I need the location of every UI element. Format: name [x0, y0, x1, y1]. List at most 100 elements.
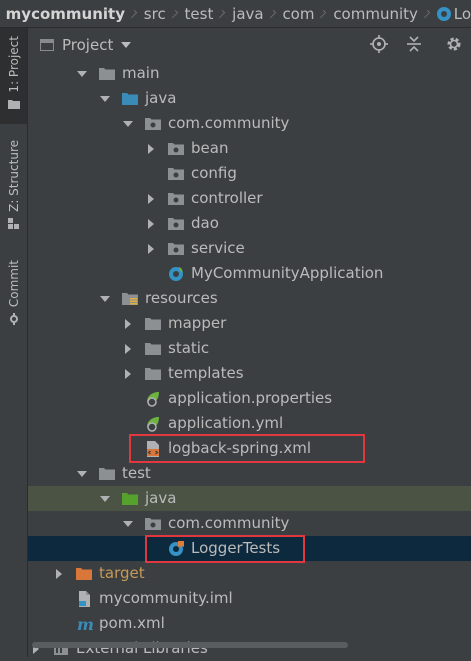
- package-icon: [145, 518, 161, 530]
- package-icon: [168, 168, 184, 180]
- commit-icon: [9, 313, 18, 326]
- chevron-right-icon: [421, 9, 431, 18]
- tree-node-label: service: [191, 239, 245, 257]
- chevron-right-icon[interactable]: [145, 143, 157, 155]
- spring-config-file-icon: [147, 417, 159, 432]
- breadcrumb-item[interactable]: com: [282, 5, 314, 23]
- structure-tool-tab[interactable]: Z: Structure: [0, 140, 27, 240]
- breadcrumb-item-label: community: [333, 4, 418, 23]
- breadcrumb-item-label: Lo: [453, 4, 471, 23]
- tree-node[interactable]: MyCommunityApplication: [28, 261, 471, 286]
- chevron-right-icon[interactable]: [122, 343, 134, 355]
- tree-node-label: MyCommunityApplication: [191, 264, 384, 282]
- tree-node[interactable]: resources: [28, 286, 471, 311]
- tree-node[interactable]: test: [28, 461, 471, 486]
- tree-node-label: static: [168, 339, 210, 357]
- commit-tool-tab-label: Commit: [6, 260, 21, 308]
- breadcrumb-item[interactable]: Lo: [436, 4, 471, 23]
- tree-node-label: mycommunity.iml: [99, 589, 233, 607]
- chevron-down-icon[interactable]: [99, 493, 111, 505]
- class-icon: [436, 6, 451, 21]
- scrollbar-thumb[interactable]: [32, 642, 348, 648]
- tree-node[interactable]: config: [28, 161, 471, 186]
- breadcrumb-item-label: mycommunity: [5, 4, 125, 23]
- locate-icon[interactable]: [370, 35, 388, 53]
- tree-node[interactable]: controller: [28, 186, 471, 211]
- folder-icon: [145, 368, 161, 380]
- horizontal-scrollbar[interactable]: [28, 641, 471, 649]
- chevron-right-icon[interactable]: [122, 318, 134, 330]
- project-tool-tab[interactable]: 1: Project: [0, 28, 27, 124]
- tree-node[interactable]: templates: [28, 361, 471, 386]
- breadcrumb-item-label: src: [143, 4, 166, 23]
- source-folder-icon: [122, 93, 138, 105]
- project-panel-header: Project: [28, 28, 471, 61]
- tree-node[interactable]: mycommunity.iml: [28, 586, 471, 611]
- tree-node[interactable]: application.properties: [28, 386, 471, 411]
- breadcrumb: mycommunity src test java com community Lo: [0, 0, 471, 28]
- chevron-right-icon[interactable]: [122, 368, 134, 380]
- tree-node[interactable]: java: [28, 486, 471, 511]
- spring-boot-class-icon: [169, 267, 183, 281]
- tree-node-label: mapper: [168, 314, 227, 332]
- gear-icon[interactable]: [445, 35, 463, 53]
- breadcrumb-item[interactable]: test: [185, 5, 214, 23]
- chevron-down-icon[interactable]: [99, 93, 111, 105]
- tree-node-label: dao: [191, 214, 219, 232]
- tree-node-label: java: [145, 89, 177, 107]
- tree-node[interactable]: application.yml: [28, 411, 471, 436]
- tree-node[interactable]: static: [28, 336, 471, 361]
- tree-node[interactable]: dao: [28, 211, 471, 236]
- chevron-right-icon[interactable]: [145, 193, 157, 205]
- breadcrumb-item[interactable]: community: [333, 5, 418, 23]
- tree-node[interactable]: com.community: [28, 111, 471, 136]
- tree-node[interactable]: mapper: [28, 311, 471, 336]
- breadcrumb-item[interactable]: src: [144, 5, 166, 23]
- chevron-down-icon[interactable]: [122, 118, 134, 130]
- folder-icon: [99, 468, 115, 480]
- panel-title[interactable]: Project: [62, 36, 113, 54]
- tree-node[interactable]: bean: [28, 136, 471, 161]
- tree-node[interactable]: m pom.xml: [28, 611, 471, 636]
- tree-node-label: config: [191, 164, 237, 182]
- view-dropdown-icon[interactable]: [121, 41, 132, 48]
- folder-icon: [7, 99, 20, 109]
- tree-node-label: main: [122, 64, 160, 82]
- chevron-right-icon[interactable]: [53, 568, 65, 580]
- spring-config-file-icon: [147, 392, 159, 407]
- tree-node[interactable]: target: [28, 561, 471, 586]
- collapse-all-icon[interactable]: [405, 35, 423, 53]
- chevron-down-icon[interactable]: [122, 518, 134, 530]
- tree-node[interactable]: main: [28, 61, 471, 86]
- tree-node-label: java: [145, 489, 177, 507]
- chevron-down-icon[interactable]: [76, 68, 88, 80]
- tree-node[interactable]: com.community: [28, 511, 471, 536]
- project-tool-tab-label: 1: Project: [6, 36, 21, 93]
- package-icon: [168, 193, 184, 205]
- chevron-right-icon[interactable]: [145, 243, 157, 255]
- tree-node-label: test: [122, 464, 151, 482]
- chevron-right-icon[interactable]: [145, 218, 157, 230]
- chevron-right-icon: [169, 9, 178, 18]
- chevron-right-icon: [217, 9, 226, 18]
- breadcrumb-item[interactable]: mycommunity: [6, 5, 125, 23]
- test-folder-icon: [122, 493, 138, 505]
- package-icon: [168, 143, 184, 155]
- structure-icon: [7, 217, 19, 229]
- tree-node-label: controller: [191, 189, 263, 207]
- chevron-right-icon: [318, 9, 327, 18]
- chevron-right-icon: [267, 9, 276, 18]
- tree-node-label: com.community: [168, 114, 290, 132]
- chevron-down-icon[interactable]: [76, 468, 88, 480]
- tree-node[interactable]: java: [28, 86, 471, 111]
- tree-node-label: bean: [191, 139, 229, 157]
- commit-tool-tab[interactable]: Commit: [0, 260, 27, 340]
- tree-node-label: templates: [168, 364, 244, 382]
- breadcrumb-item[interactable]: java: [232, 5, 263, 23]
- tree-node-label: target: [99, 564, 145, 582]
- chevron-down-icon[interactable]: [99, 293, 111, 305]
- tree-node[interactable]: service: [28, 236, 471, 261]
- breadcrumb-item-label: test: [184, 4, 214, 23]
- svg-text:m: m: [77, 615, 93, 632]
- project-icon: [40, 38, 54, 51]
